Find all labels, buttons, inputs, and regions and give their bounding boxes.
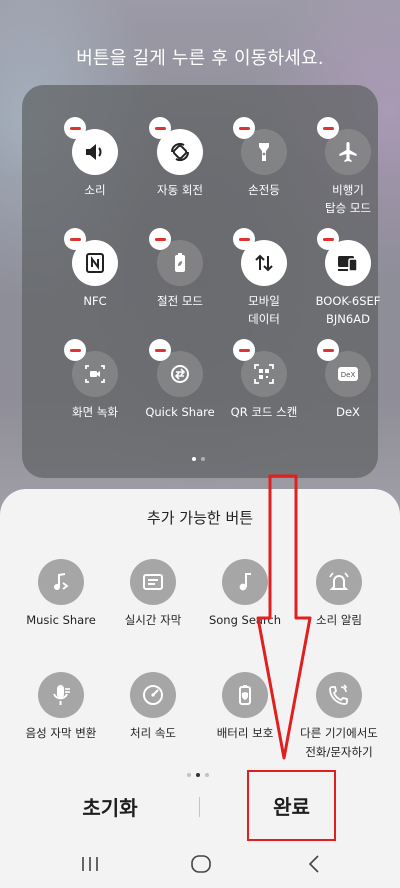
sound-notification-icon [316, 559, 362, 605]
navigation-bar [0, 840, 400, 888]
remove-icon[interactable] [149, 117, 171, 139]
page-dot [201, 457, 205, 461]
page-dot [205, 773, 209, 777]
qr-scan-icon [233, 339, 287, 397]
available-button-label: 실시간 자막 [124, 613, 182, 627]
instruction-text: 버튼을 길게 누른 후 이동하세요. [76, 48, 324, 69]
remove-icon[interactable] [233, 117, 255, 139]
available-button[interactable]: 처리 속도 [103, 672, 203, 743]
remove-icon[interactable] [233, 228, 255, 250]
screen-record-icon [64, 339, 118, 397]
done-button[interactable]: 완료 [247, 770, 336, 841]
flashlight-icon [233, 117, 287, 175]
available-button-label: 처리 속도 [130, 726, 176, 740]
home-icon[interactable] [181, 852, 221, 876]
airplane-icon [317, 117, 371, 175]
recent-apps-icon[interactable] [70, 852, 110, 876]
quick-panel-button[interactable]: DeX DeX [298, 339, 398, 421]
quick-panel-button-label: BOOK-6SEF BJN6AD [315, 294, 381, 326]
available-button[interactable]: 실시간 자막 [103, 559, 203, 630]
remove-icon[interactable] [64, 339, 86, 361]
available-button[interactable]: 음성 자막 변환 [11, 672, 111, 743]
remove-icon[interactable] [149, 228, 171, 250]
mobile-data-icon [233, 228, 287, 286]
available-button-label: Music Share [26, 613, 96, 627]
quick-panel-button-label: DeX [336, 405, 360, 419]
power-saving-icon [149, 228, 203, 286]
active-buttons-panel: 소리 자동 회전 손전등 비행기 탑승 모드 NFC 절전 모드 모바일 데이터 BOOK-6… [22, 85, 380, 478]
remove-icon[interactable] [317, 339, 339, 361]
dex-icon: DeX [317, 339, 371, 397]
remove-icon[interactable] [233, 339, 255, 361]
remove-icon[interactable] [64, 228, 86, 250]
processing-speed-icon [130, 672, 176, 718]
available-button-label: Song Search [208, 613, 282, 627]
available-button[interactable]: 다른 기기에서도 전화/문자하기 [289, 672, 389, 762]
voice-caption-icon [38, 672, 84, 718]
back-icon[interactable] [294, 852, 334, 876]
page-dot-active [192, 457, 196, 461]
nfc-icon [64, 228, 118, 286]
available-button[interactable]: 배터리 보호 [195, 672, 295, 743]
available-button-label: 다른 기기에서도 전화/문자하기 [300, 726, 378, 759]
button-divider [199, 797, 200, 817]
page-dot-active [196, 773, 200, 777]
quick-panel-button[interactable]: BOOK-6SEF BJN6AD [298, 228, 398, 328]
remove-icon[interactable] [149, 339, 171, 361]
device-icon [317, 228, 371, 286]
available-button[interactable]: Song Search [195, 559, 295, 630]
remove-icon[interactable] [317, 117, 339, 139]
reset-button[interactable]: 초기화 [40, 792, 180, 821]
remove-icon[interactable] [317, 228, 339, 250]
battery-protect-icon [222, 672, 268, 718]
quick-panel-button-label: 비행기 탑승 모드 [325, 183, 371, 215]
available-button-label: 음성 자막 변환 [25, 726, 97, 740]
quick-panel-button[interactable]: 비행기 탑승 모드 [298, 117, 398, 217]
call-continue-icon [316, 672, 362, 718]
svg-text:DeX: DeX [341, 371, 356, 379]
page-indicator [192, 457, 205, 461]
available-button[interactable]: 소리 알림 [289, 559, 389, 630]
sheet-page-indicator [187, 773, 209, 777]
available-button-label: 소리 알림 [316, 613, 362, 627]
available-buttons-sheet: 추가 가능한 버튼 Music Share 실시간 자막 Song Search 소리… [0, 489, 400, 888]
available-title: 추가 가능한 버튼 [146, 509, 254, 527]
song-search-icon [222, 559, 268, 605]
speaker-icon [64, 117, 118, 175]
auto-rotate-icon [149, 117, 203, 175]
quick-share-icon [149, 339, 203, 397]
available-button[interactable]: Music Share [11, 559, 111, 630]
music-share-icon [38, 559, 84, 605]
remove-icon[interactable] [64, 117, 86, 139]
page-dot [187, 773, 191, 777]
live-caption-icon [130, 559, 176, 605]
available-button-label: 배터리 보호 [216, 726, 274, 740]
